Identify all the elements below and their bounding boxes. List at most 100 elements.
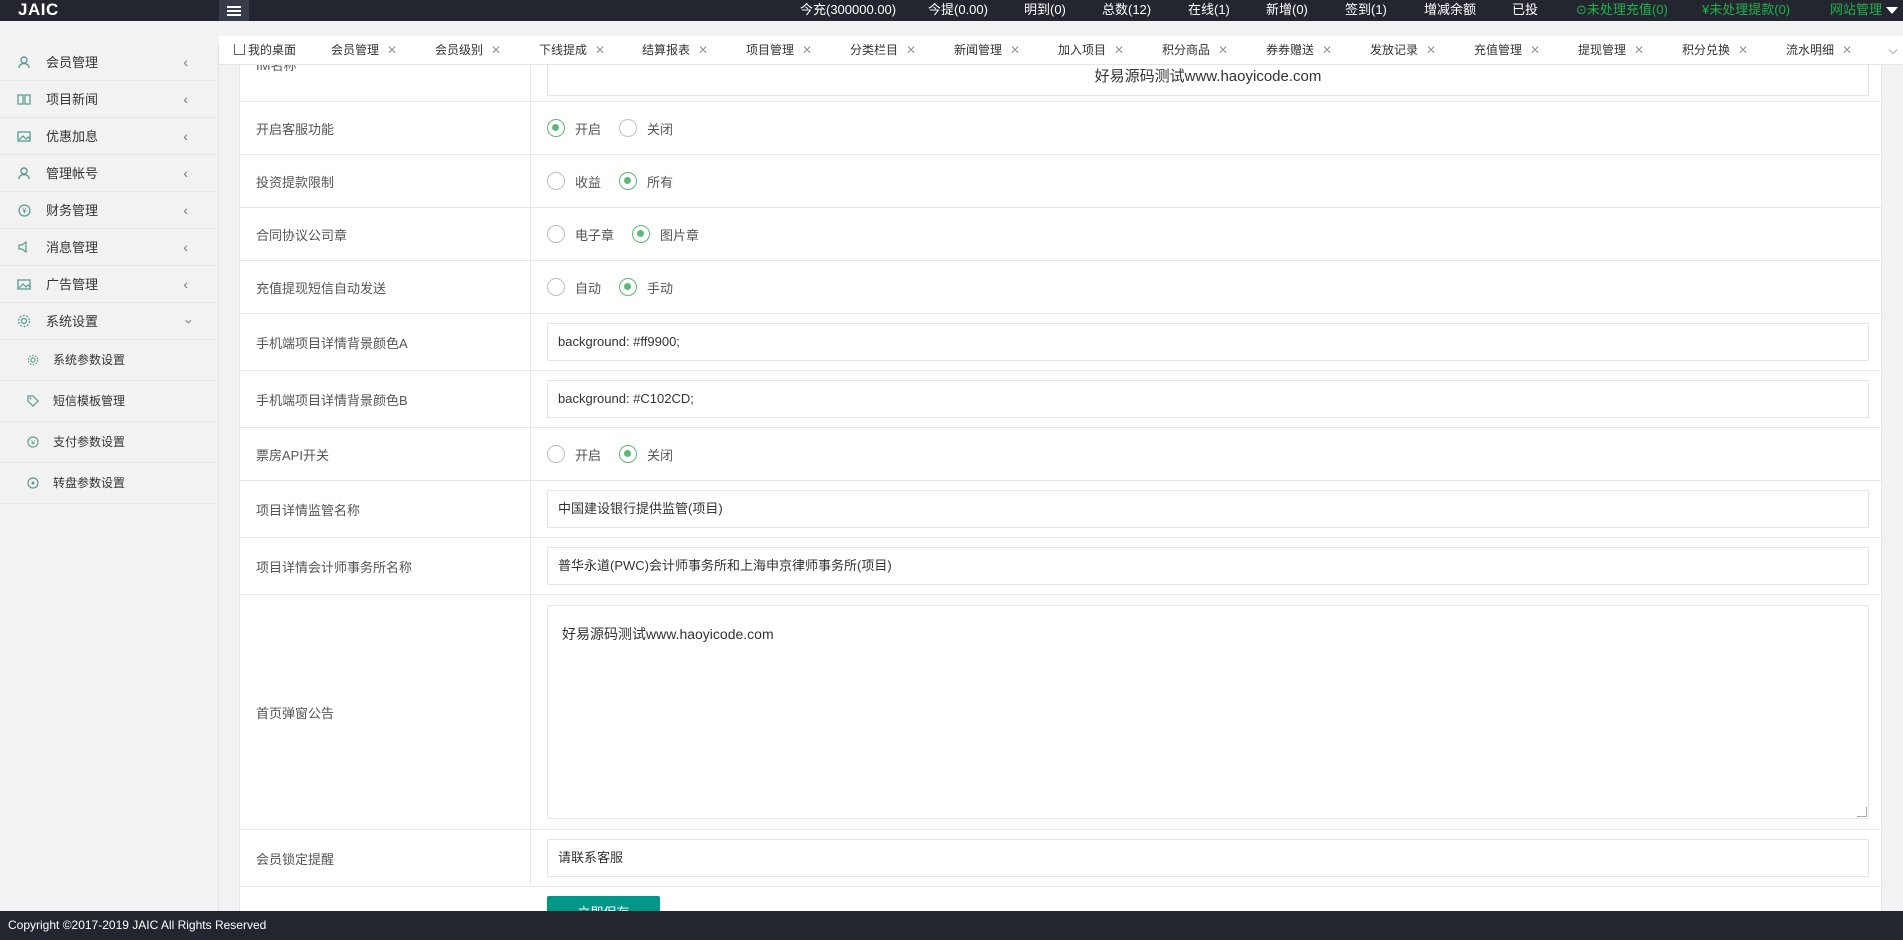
menu-toggle-button[interactable]: [219, 0, 249, 21]
close-icon[interactable]: ✕: [698, 43, 708, 57]
tab-join-project[interactable]: 加入项目 ✕: [1058, 36, 1124, 65]
row-contract-seal: 合同协议公司章 电子章 图片章: [240, 208, 1881, 261]
row-home-notice: 首页弹窗公告 好易源码测试www.haoyicode.com: [240, 595, 1881, 830]
sidebar-subitem-sms-templates[interactable]: 短信模板管理: [0, 381, 218, 422]
alert-pending-recharge[interactable]: ⊙未处理充值(0): [1576, 0, 1668, 19]
tab-settlement-report[interactable]: 结算报表 ✕: [642, 36, 708, 65]
field-label: 项目详情会计师事务所名称: [240, 538, 531, 594]
sidebar-item-promo[interactable]: 优惠加息 ‹: [0, 118, 218, 155]
tab-recharge[interactable]: 充值管理 ✕: [1474, 36, 1540, 65]
sidebar-item-finance[interactable]: ¥ 财务管理 ‹: [0, 192, 218, 229]
close-icon[interactable]: ✕: [1634, 43, 1644, 57]
field-label: 开启客服功能: [240, 102, 531, 154]
chevron-down-icon[interactable]: ⌵: [1883, 36, 1903, 65]
stat-today-recharge[interactable]: 今充(300000.00): [800, 0, 896, 19]
tab-points-exchange[interactable]: 积分兑换 ✕: [1682, 36, 1748, 65]
bg-color-a-input[interactable]: background: #ff9900;: [547, 323, 1869, 361]
footer: Copyright ©2017-2019 JAIC All Rights Res…: [0, 911, 1903, 940]
gear-icon: [17, 314, 31, 328]
close-icon[interactable]: ✕: [1530, 43, 1540, 57]
stat-signin[interactable]: 签到(1): [1345, 0, 1387, 19]
sidebar-item-messages[interactable]: 消息管理 ‹: [0, 229, 218, 266]
top-bar: JAIC 今充(300000.00) 今提(0.00) 明到(0) 总数(12)…: [0, 0, 1903, 21]
alert-pending-withdraw[interactable]: ¥未处理提款(0): [1702, 0, 1790, 19]
tab-downline-commission[interactable]: 下线提成 ✕: [539, 36, 605, 65]
radio-service-off[interactable]: 关闭: [619, 119, 673, 138]
close-icon[interactable]: ✕: [1322, 43, 1332, 57]
stat-online[interactable]: 在线(1): [1188, 0, 1230, 19]
close-icon[interactable]: ✕: [491, 43, 501, 57]
tab-projects[interactable]: 项目管理 ✕: [746, 36, 812, 65]
close-icon[interactable]: ✕: [595, 43, 605, 57]
close-icon[interactable]: ✕: [1738, 43, 1748, 57]
stat-total[interactable]: 总数(12): [1102, 0, 1151, 19]
sidebar-subitem-system-params[interactable]: 系统参数设置: [0, 340, 218, 381]
sidebar-subitem-payment-params[interactable]: ¥ 支付参数设置: [0, 422, 218, 463]
radio-sms-auto[interactable]: 自动: [547, 278, 601, 297]
stat-new[interactable]: 新增(0): [1266, 0, 1308, 19]
close-icon[interactable]: ✕: [802, 43, 812, 57]
im-name-input[interactable]: 好易源码测试www.haoyicode.com: [547, 65, 1869, 96]
home-notice-textarea[interactable]: 好易源码测试www.haoyicode.com: [547, 605, 1869, 819]
tab-points-goods[interactable]: 积分商品 ✕: [1162, 36, 1228, 65]
sidebar-item-ads[interactable]: 广告管理 ‹: [0, 266, 218, 303]
radio-invest-all[interactable]: 所有: [619, 172, 673, 191]
radio-invest-earnings[interactable]: 收益: [547, 172, 601, 191]
close-icon[interactable]: ✕: [1114, 43, 1124, 57]
sidebar-item-system-settings[interactable]: 系统设置 ‹: [0, 303, 218, 340]
row-im-name: IM名称 好易源码测试www.haoyicode.com: [240, 65, 1881, 102]
tab-withdraw[interactable]: 提现管理 ✕: [1578, 36, 1644, 65]
chevron-left-icon: ‹: [183, 239, 188, 255]
radio-sms-manual[interactable]: 手动: [619, 278, 673, 297]
tab-my-desktop[interactable]: 我的桌面: [234, 36, 296, 65]
stat-today-withdraw[interactable]: 今提(0.00): [928, 0, 988, 19]
sidebar-item-news[interactable]: 项目新闻 ‹: [0, 81, 218, 118]
field-label: IM名称: [240, 65, 531, 101]
sidebar-item-members[interactable]: 会员管理 ‹: [0, 44, 218, 81]
lock-reminder-input[interactable]: 请联系客服: [547, 839, 1869, 877]
row-bg-color-b: 手机端项目详情背景颜色B background: #C102CD;: [240, 371, 1881, 428]
radio-service-on[interactable]: 开启: [547, 119, 601, 138]
tab-transactions[interactable]: 流水明细 ✕: [1786, 36, 1852, 65]
site-menu[interactable]: 网站管理: [1830, 0, 1899, 19]
image-icon: [17, 277, 31, 291]
circle-icon: [27, 477, 39, 489]
chevron-left-icon: ‹: [183, 91, 188, 107]
speaker-icon: [17, 240, 31, 254]
tab-news[interactable]: 新闻管理 ✕: [954, 36, 1020, 65]
image-icon: [17, 129, 31, 143]
sidebar-item-admin-accounts[interactable]: 管理帐号 ‹: [0, 155, 218, 192]
radio-ticket-on[interactable]: 开启: [547, 445, 601, 464]
supervise-name-input[interactable]: 中国建设银行提供监管(项目): [547, 490, 1869, 528]
close-icon[interactable]: ✕: [1218, 43, 1228, 57]
sidebar-subitem-wheel-params[interactable]: 转盘参数设置: [0, 463, 218, 504]
radio-seal-electronic[interactable]: 电子章: [547, 225, 614, 244]
user-icon: [17, 55, 31, 69]
tab-categories[interactable]: 分类栏目 ✕: [850, 36, 916, 65]
stat-adjust-balance[interactable]: 增减余额: [1424, 0, 1476, 19]
tab-coupon-gift[interactable]: 券券赠送 ✕: [1266, 36, 1332, 65]
close-icon[interactable]: ✕: [1842, 43, 1852, 57]
close-icon[interactable]: ✕: [1426, 43, 1436, 57]
close-icon[interactable]: ✕: [387, 43, 397, 57]
stat-tomorrow-due[interactable]: 明到(0): [1024, 0, 1066, 19]
row-supervise-name: 项目详情监管名称 中国建设银行提供监管(项目): [240, 481, 1881, 538]
tab-member-levels[interactable]: 会员级别 ✕: [435, 36, 501, 65]
row-bg-color-a: 手机端项目详情背景颜色A background: #ff9900;: [240, 314, 1881, 371]
save-button[interactable]: 立即保存: [547, 896, 660, 911]
close-icon[interactable]: ✕: [906, 43, 916, 57]
close-icon[interactable]: ✕: [1010, 43, 1020, 57]
stat-invested[interactable]: 已投: [1512, 0, 1538, 19]
radio-seal-image[interactable]: 图片章: [632, 225, 699, 244]
bg-color-b-input[interactable]: background: #C102CD;: [547, 380, 1869, 418]
caret-down-icon: [1886, 7, 1899, 15]
home-icon: [234, 44, 245, 55]
tab-bar: 我的桌面 会员管理 ✕ 会员级别 ✕ 下线提成 ✕ 结算报表 ✕ 项目管理 ✕ 分类栏目 ✕…: [219, 36, 1903, 65]
tab-issue-records[interactable]: 发放记录 ✕: [1370, 36, 1436, 65]
chevron-left-icon: ‹: [183, 165, 188, 181]
resize-handle[interactable]: [1857, 807, 1867, 817]
radio-ticket-off[interactable]: 关闭: [619, 445, 673, 464]
accountant-name-input[interactable]: 普华永道(PWC)会计师事务所和上海申京律师事务所(项目): [547, 547, 1869, 585]
svg-text:¥: ¥: [21, 206, 27, 215]
tab-members[interactable]: 会员管理 ✕: [331, 36, 397, 65]
